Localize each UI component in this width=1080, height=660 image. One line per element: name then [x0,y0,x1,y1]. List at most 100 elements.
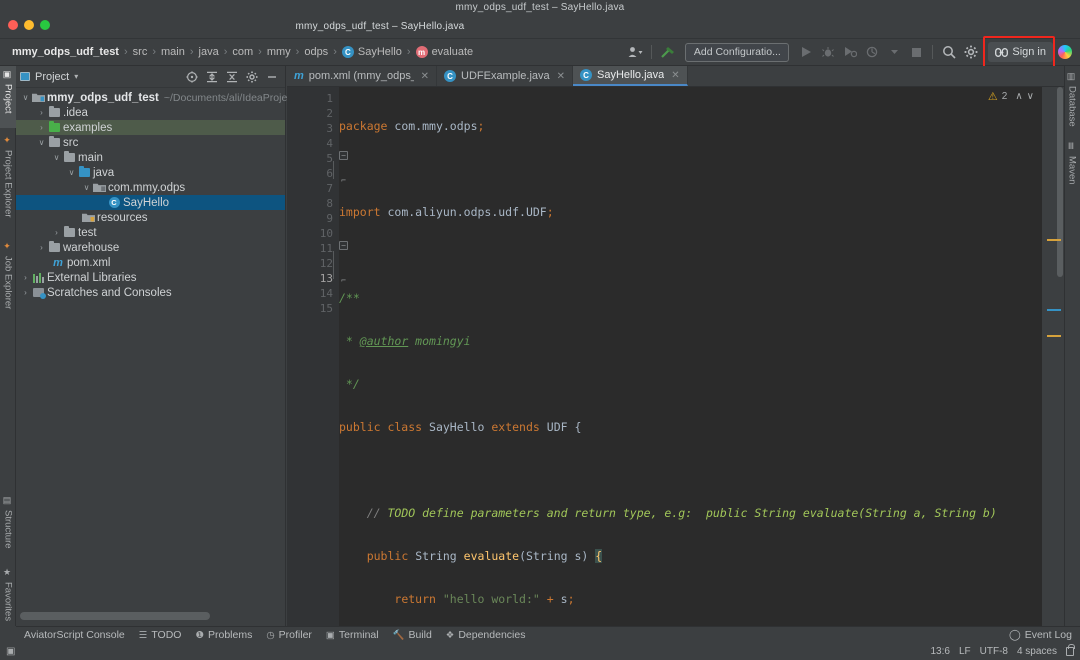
inspection-widget[interactable]: ⚠ 2 ∧ ∨ [988,90,1034,103]
chevron-right-icon[interactable]: › [20,273,31,282]
breadcrumb-item-java[interactable]: java [195,44,223,60]
bottom-tab-aviatorscript-console[interactable]: AviatorScript Console [24,629,125,641]
close-icon[interactable]: ✕ [671,70,679,81]
breadcrumb-item-project[interactable]: mmy_odps_udf_test [8,44,123,60]
warning-marker[interactable] [1047,239,1061,241]
warning-marker[interactable] [1047,335,1061,337]
run-coverage-icon[interactable] [839,41,861,63]
breadcrumb-item-main[interactable]: main [157,44,189,60]
folder-icon [62,226,76,237]
breadcrumb-item-method[interactable]: m evaluate [412,44,478,60]
run-icon[interactable] [795,41,817,63]
chevron-down-icon[interactable]: ∨ [20,93,31,102]
project-panel-title[interactable]: Project ▾ [20,71,78,83]
editor-gutter[interactable]: 1 2 3 4 5 6 7 8 9 10 11 12 13 14 15 − ⌐ [287,87,348,626]
hammer-icon[interactable] [657,41,679,63]
run-configuration-selector[interactable]: Add Configuratio... [685,42,790,62]
chevron-right-icon[interactable]: › [20,288,31,297]
stop-icon[interactable] [905,41,927,63]
bottom-tab-build[interactable]: 🔨 Build [393,629,432,641]
gear-icon[interactable] [960,41,982,63]
bottom-tab-problems[interactable]: ❶ Problems [195,629,252,641]
lock-icon[interactable] [1066,644,1075,656]
bottom-tab-terminal[interactable]: ▣ Terminal [326,629,379,641]
bottom-tab-todo[interactable]: ☰ TODO [139,629,182,641]
locate-icon[interactable] [183,68,201,86]
tree-item-warehouse[interactable]: › warehouse [16,240,285,255]
chevron-down-icon[interactable]: ∨ [81,183,92,192]
star-icon: ★ [3,568,13,578]
close-icon[interactable]: ✕ [557,71,565,82]
indent-setting[interactable]: 4 spaces [1017,646,1057,657]
hide-icon[interactable] [263,68,281,86]
tool-tab-project[interactable]: ▣ Project [0,66,16,128]
tool-tab-structure[interactable]: ▤ Structure [0,492,16,558]
info-marker[interactable] [1047,309,1061,311]
chevron-down-icon[interactable]: ∨ [1027,91,1034,102]
chevron-right-icon[interactable]: › [36,243,47,252]
tree-item-pom-xml[interactable]: m pom.xml [16,255,285,270]
chevron-up-icon[interactable]: ∧ [1011,91,1022,102]
bottom-tab-dependencies[interactable]: ❖ Dependencies [446,629,526,641]
tree-item-project-root[interactable]: ∨ mmy_odps_udf_test ~/Documents/ali/Idea… [16,90,296,105]
editor-vertical-scrollbar[interactable] [1057,87,1063,277]
maven-icon: Ⅲ [1067,142,1077,152]
chevron-right-icon[interactable]: › [36,108,47,117]
code-content[interactable]: package com.mmy.odps; import com.aliyun.… [339,91,1042,650]
tool-tab-favorites[interactable]: ★ Favorites [0,564,16,626]
tree-item-external-libraries[interactable]: › External Libraries [16,270,285,285]
tree-item-java[interactable]: ∨ java [16,165,285,180]
tree-item-sayhello[interactable]: C SayHello [16,195,285,210]
chevron-down-icon[interactable]: ∨ [51,153,62,162]
sidebar-horizontal-scrollbar[interactable] [20,612,282,620]
user-dropdown-icon[interactable] [624,41,646,63]
tree-item-examples[interactable]: › examples [16,120,285,135]
collapse-all-icon[interactable] [223,68,241,86]
editor-tab-sayhello[interactable]: C SayHello.java ✕ [573,66,688,86]
chevron-down-icon[interactable] [883,41,905,63]
editor-tabs: m pom.xml (mmy_odps_udf_test ✕ C UDFExam… [287,66,1064,87]
gear-icon[interactable] [243,68,261,86]
editor-marker-rail[interactable] [1042,87,1064,626]
tree-item-resources[interactable]: resources [16,210,285,225]
tree-item-package[interactable]: ∨ com.mmy.odps [16,180,285,195]
tool-tab-project-explorer[interactable]: ✦ Project Explorer [0,132,16,232]
project-panel-header: Project ▾ [16,66,285,88]
editor-tab-udfexample[interactable]: C UDFExample.java ✕ [437,66,574,86]
sign-in-button[interactable]: Sign in [988,42,1053,62]
minimize-tool-windows-icon[interactable]: ▣ [6,646,15,657]
code-editor[interactable]: ⚠ 2 ∧ ∨ 1 2 3 4 5 6 7 8 9 10 11 12 13 14 [287,87,1064,650]
caret-position[interactable]: 13:6 [930,646,949,657]
debug-icon[interactable] [817,41,839,63]
breadcrumb-item-com[interactable]: com [228,44,257,60]
breadcrumb-item-src[interactable]: src [129,44,152,60]
tree-item-test[interactable]: › test [16,225,285,240]
breadcrumb-item-class[interactable]: C SayHello [338,44,406,60]
event-log-button[interactable]: ◯ Event Log [1009,629,1080,641]
tool-tab-maven[interactable]: Ⅲ Maven [1064,138,1080,188]
breadcrumb-item-mmy[interactable]: mmy [263,44,295,60]
breadcrumb-item-odps[interactable]: odps [300,44,332,60]
tree-item-main[interactable]: ∨ main [16,150,285,165]
profile-icon[interactable] [861,41,883,63]
tree-item-src[interactable]: ∨ src [16,135,285,150]
chevron-right-icon[interactable]: › [36,123,47,132]
chevron-down-icon[interactable]: ∨ [66,168,77,177]
line-separator[interactable]: LF [959,646,971,657]
tool-tab-database[interactable]: ▥ Database [1064,68,1080,132]
close-icon[interactable]: ✕ [421,71,429,82]
tree-item-scratches[interactable]: › Scratches and Consoles [16,285,285,300]
tree-item-idea[interactable]: › .idea [16,105,285,120]
tool-tab-job-explorer[interactable]: ✦ Job Explorer [0,238,16,320]
file-encoding[interactable]: UTF-8 [980,646,1008,657]
resources-folder-icon [81,212,95,223]
ide-logo-icon[interactable] [1058,45,1072,59]
chevron-right-icon[interactable]: › [51,228,62,237]
status-right: 13:6 LF UTF-8 4 spaces [930,644,1075,657]
search-icon[interactable] [938,41,960,63]
editor-tab-pom-xml[interactable]: m pom.xml (mmy_odps_udf_test ✕ [287,66,437,86]
chevron-down-icon[interactable]: ∨ [36,138,47,147]
bottom-tab-profiler[interactable]: ◷ Profiler [266,629,312,641]
expand-all-icon[interactable] [203,68,221,86]
